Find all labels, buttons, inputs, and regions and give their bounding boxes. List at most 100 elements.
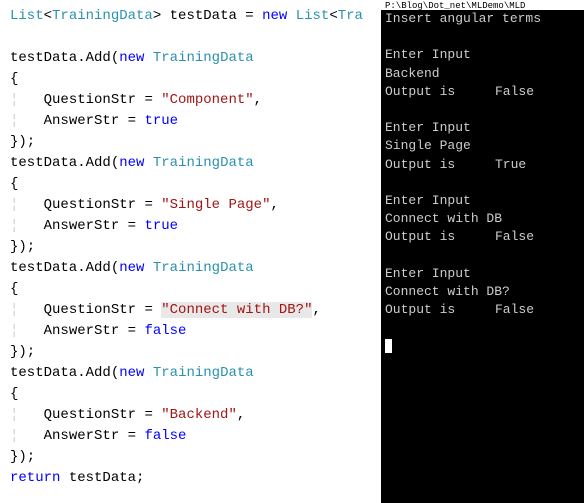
blank-line <box>385 319 580 337</box>
property-label: QuestionStr = <box>44 197 162 213</box>
code-line: { <box>10 386 18 402</box>
terminal-line: Connect with DB <box>385 210 580 228</box>
code-line: ¦ QuestionStr = "Single Page", <box>10 197 279 213</box>
identifier: testData <box>69 470 136 486</box>
code-line: ¦ QuestionStr = "Connect with DB?", <box>10 302 321 318</box>
output-label: Output is <box>385 156 495 174</box>
property-label: AnswerStr = <box>44 113 145 129</box>
output-value: False <box>495 302 534 317</box>
code-line: { <box>10 176 18 192</box>
type-token: TrainingData <box>153 50 254 66</box>
terminal-line: Output isFalse <box>385 301 580 319</box>
identifier: testData <box>10 50 77 66</box>
type-token: Tra <box>338 8 363 24</box>
terminal-line: Connect with DB? <box>385 283 580 301</box>
indent-guide: ¦ <box>10 92 18 108</box>
identifier: testData <box>10 260 77 276</box>
keyword: false <box>144 323 186 339</box>
identifier: testData <box>10 365 77 381</box>
method-call: .Add( <box>77 155 119 171</box>
property-label: QuestionStr = <box>44 92 162 108</box>
output-value: False <box>495 229 534 244</box>
output-value: False <box>495 84 534 99</box>
terminal-title: P:\Blog\Dot_net\MLDemo\MLD <box>385 1 525 10</box>
terminal-line: Single Page <box>385 137 580 155</box>
code-line: return testData; <box>10 470 144 486</box>
indent-guide: ¦ <box>10 302 18 318</box>
keyword: true <box>144 218 178 234</box>
output-label: Output is <box>385 83 495 101</box>
code-line: ¦ AnswerStr = false <box>10 428 186 444</box>
output-label: Output is <box>385 228 495 246</box>
terminal-line: Insert angular terms <box>385 10 580 28</box>
terminal-line: Output isFalse <box>385 228 580 246</box>
method-call: .Add( <box>77 365 119 381</box>
type-token: TrainingData <box>52 8 153 24</box>
keyword: new <box>119 50 144 66</box>
output-value: True <box>495 157 526 172</box>
code-line: ¦ QuestionStr = "Backend", <box>10 407 245 423</box>
terminal-line: Enter Input <box>385 119 580 137</box>
code-line: testData.Add(new TrainingData <box>10 365 254 381</box>
indent-guide: ¦ <box>10 113 18 129</box>
indent-guide: ¦ <box>10 218 18 234</box>
property-label: QuestionStr = <box>44 407 162 423</box>
terminal-line: Output isTrue <box>385 156 580 174</box>
terminal-titlebar: P:\Blog\Dot_net\MLDemo\MLD <box>381 0 584 10</box>
keyword: true <box>144 113 178 129</box>
blank-line <box>385 246 580 264</box>
property-label: AnswerStr = <box>44 218 145 234</box>
string-literal: "Single Page" <box>161 197 270 213</box>
keyword: new <box>119 260 144 276</box>
blank-line <box>10 29 18 45</box>
string-literal: "Backend" <box>161 407 237 423</box>
method-call: .Add( <box>77 260 119 276</box>
property-label: QuestionStr = <box>44 302 162 318</box>
semicolon: ; <box>136 470 144 486</box>
code-line: ¦ AnswerStr = true <box>10 113 178 129</box>
code-line: List<TrainingData> testData = new List<T… <box>10 8 363 24</box>
code-line: }); <box>10 449 35 465</box>
indent-guide: ¦ <box>10 407 18 423</box>
operator: = <box>245 8 253 24</box>
identifier: testData <box>170 8 237 24</box>
output-label: Output is <box>385 301 495 319</box>
keyword: new <box>119 155 144 171</box>
type-token: TrainingData <box>153 155 254 171</box>
property-label: AnswerStr = <box>44 428 145 444</box>
terminal-line: Backend <box>385 65 580 83</box>
type-token: TrainingData <box>153 365 254 381</box>
string-literal: "Connect with DB?" <box>161 302 312 318</box>
code-line: ¦ QuestionStr = "Component", <box>10 92 262 108</box>
terminal-line: Enter Input <box>385 46 580 64</box>
code-line: { <box>10 281 18 297</box>
code-line: ¦ AnswerStr = false <box>10 323 186 339</box>
terminal-line: Output isFalse <box>385 83 580 101</box>
code-line: testData.Add(new TrainingData <box>10 260 254 276</box>
blank-line <box>385 174 580 192</box>
terminal-cursor <box>385 339 392 353</box>
keyword: new <box>262 8 287 24</box>
code-editor[interactable]: List<TrainingData> testData = new List<T… <box>0 0 381 503</box>
code-line: testData.Add(new TrainingData <box>10 50 254 66</box>
blank-line <box>385 101 580 119</box>
code-line: { <box>10 71 18 87</box>
keyword: return <box>10 470 60 486</box>
type-token: List <box>10 8 44 24</box>
code-line: testData.Add(new TrainingData <box>10 155 254 171</box>
keyword: new <box>119 365 144 381</box>
indent-guide: ¦ <box>10 323 18 339</box>
terminal-line: Enter Input <box>385 192 580 210</box>
terminal[interactable]: P:\Blog\Dot_net\MLDemo\MLDInsert angular… <box>381 0 584 503</box>
blank-line <box>385 28 580 46</box>
type-token: List <box>296 8 330 24</box>
type-token: TrainingData <box>153 260 254 276</box>
string-literal: "Component" <box>161 92 253 108</box>
indent-guide: ¦ <box>10 428 18 444</box>
keyword: false <box>144 428 186 444</box>
code-line: }); <box>10 239 35 255</box>
code-line: ¦ AnswerStr = true <box>10 218 178 234</box>
property-label: AnswerStr = <box>44 323 145 339</box>
identifier: testData <box>10 155 77 171</box>
terminal-line: Enter Input <box>385 265 580 283</box>
